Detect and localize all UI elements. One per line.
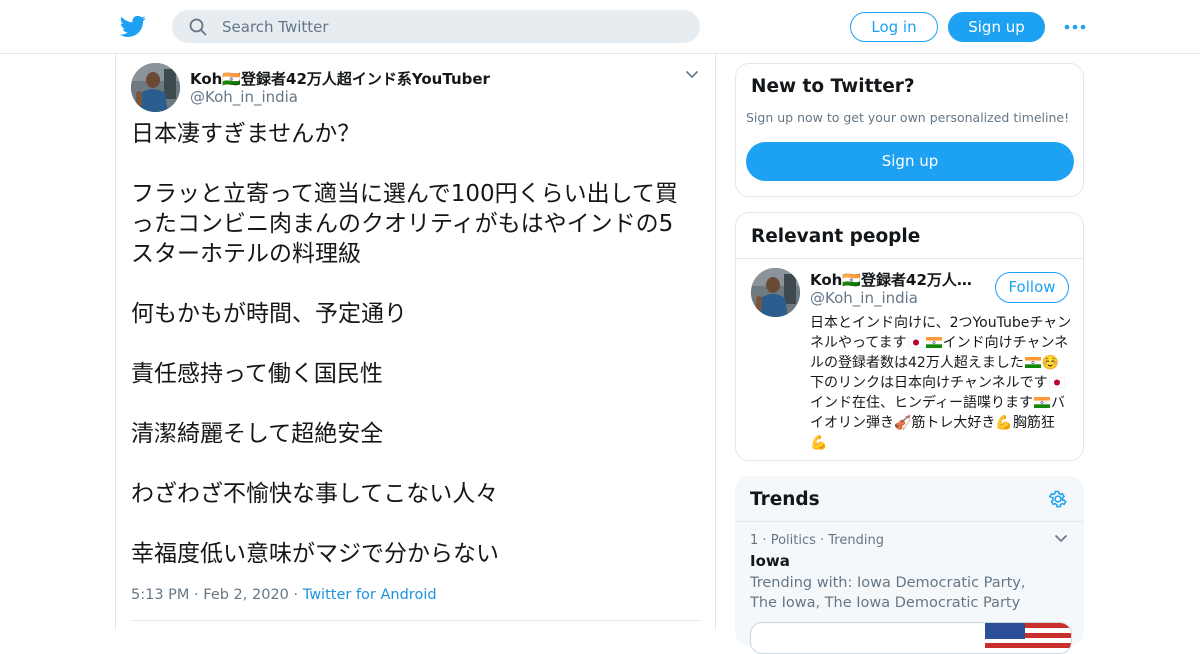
meta-separator: · (762, 533, 771, 548)
trends-card: Trends 1 · Politics · Trending Iowa Tren… (735, 476, 1084, 654)
chevron-down-icon[interactable] (685, 70, 699, 79)
trend-status: Trending (828, 533, 884, 548)
japan-flag-icon (907, 337, 924, 348)
tweet-line: スターホテルの料理級 (131, 241, 361, 267)
person-handle[interactable]: @Koh_in_india (810, 289, 918, 307)
top-bar: Log in Sign up (0, 0, 1200, 54)
tweet-author-handle[interactable]: @Koh_in_india (190, 88, 298, 106)
trend-name[interactable]: Iowa (750, 552, 790, 570)
tweet-meta: 5:13 PM · Feb 2, 2020 · Twitter for Andr… (131, 587, 437, 603)
trend-media-card[interactable] (750, 622, 1072, 654)
card-title: Relevant people (751, 226, 921, 247)
divider (735, 521, 1084, 522)
india-flag-icon (925, 337, 942, 348)
bio-text: インド在住、ヒンディー語喋ります (810, 395, 1034, 411)
tweet-line: 責任感持って働く国民性 (131, 361, 383, 387)
card-title: New to Twitter? (751, 76, 915, 97)
search-icon (189, 18, 207, 36)
card-subtitle: Sign up now to get your own personalized… (746, 110, 1070, 125)
tweet-source-link[interactable]: Twitter for Android (303, 587, 437, 603)
tweet-column: Koh🇮🇳登録者42万人超インド系YouTuber @Koh_in_india … (115, 54, 716, 630)
search-box[interactable] (172, 10, 700, 43)
tweet-date[interactable]: Feb 2, 2020 (203, 587, 289, 603)
person-name[interactable]: Koh🇮🇳登録者42万人超... (810, 269, 986, 290)
tweet-line: 日本凄すぎませんか？ (131, 121, 361, 147)
follow-button[interactable]: Follow (995, 272, 1069, 303)
card-title: Trends (750, 489, 820, 510)
more-options-icon[interactable] (1064, 24, 1086, 30)
tweet-time[interactable]: 5:13 PM (131, 587, 189, 603)
tweet-text: 日本凄すぎませんか？ フラッと立寄って適当に選んで100円くらい出して買 ったコ… (131, 119, 701, 569)
trend-category: Politics (770, 533, 816, 548)
divider (131, 620, 701, 621)
twitter-logo-icon[interactable] (120, 13, 146, 39)
trend-meta: 1 · Politics · Trending (750, 533, 884, 548)
meta-separator: · (293, 587, 303, 603)
meta-separator: · (194, 587, 204, 603)
tweet-line: ったコンビニ肉まんのクオリティがもはやインドの5 (131, 211, 674, 237)
relevant-people-card: Relevant people Koh🇮🇳登録者42万人超... @Koh_in… (735, 212, 1084, 461)
india-flag-icon (1024, 357, 1041, 368)
tweet-line: 清潔綺麗そして超絶安全 (131, 421, 384, 447)
us-flag-thumbnail (985, 623, 1071, 653)
trend-context: Trending with: Iowa Democratic Party, Th… (750, 575, 1026, 611)
tweet-line: わざわざ不愉快な事してこない人々 (131, 481, 499, 507)
chevron-down-icon[interactable] (1054, 534, 1068, 543)
avatar[interactable] (751, 268, 800, 317)
signup-button[interactable]: Sign up (948, 12, 1045, 42)
avatar[interactable] (131, 63, 180, 112)
gear-icon[interactable] (1048, 489, 1068, 509)
divider (736, 258, 1083, 259)
person-bio: 日本とインド向けに、2つYouTubeチャンネルやってます インド向けチャンネルの… (810, 313, 1072, 453)
login-button[interactable]: Log in (850, 12, 938, 42)
signup-card-button[interactable]: Sign up (746, 142, 1074, 181)
new-to-twitter-card: New to Twitter? Sign up now to get your … (735, 63, 1084, 197)
tweet-author-name[interactable]: Koh🇮🇳登録者42万人超インド系YouTuber (190, 68, 490, 89)
japan-flag-icon (1048, 377, 1065, 388)
india-flag-icon (1034, 397, 1051, 408)
tweet-line: 幸福度低い意味がマジで分からない (131, 541, 499, 567)
search-input[interactable] (222, 10, 682, 43)
tweet-line: 何もかもが時間、予定通り (131, 301, 407, 327)
tweet-line: フラッと立寄って適当に選んで100円くらい出して買 (131, 181, 678, 207)
trend-rank: 1 (750, 533, 759, 548)
